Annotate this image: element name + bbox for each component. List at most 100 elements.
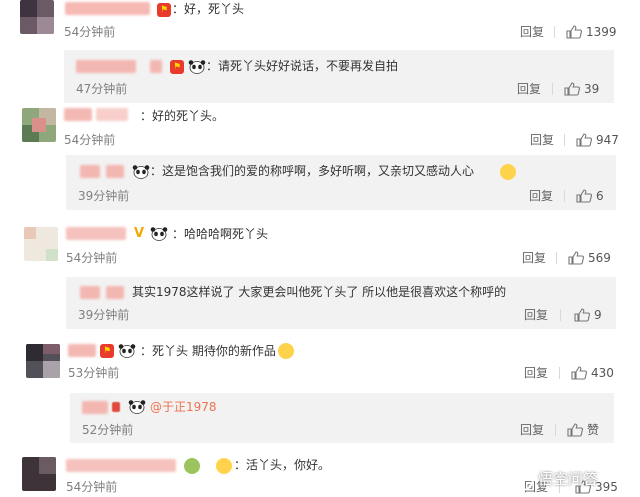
divider [564,190,565,202]
panda-emoji-icon [150,227,168,241]
divider [560,309,561,321]
username[interactable] [106,165,124,178]
divider [556,252,557,264]
panda-emoji-icon [132,165,150,179]
like-button[interactable]: 947 [576,132,626,148]
timestamp: 52分钟前 [82,423,134,437]
reply-text: 其实1978这样说了 大家更会叫他死丫头了 所以他是很喜欢这个称呼的 [132,285,507,299]
panda-emoji-icon [128,400,146,414]
smile-emoji-icon [216,458,232,474]
reply-box: 其实1978这样说了 大家更会叫他死丫头了 所以他是很喜欢这个称呼的 39分钟前… [66,277,616,329]
thumbs-up-icon [566,25,582,39]
reply-button[interactable]: 回复 [520,422,544,438]
username[interactable] [150,60,162,73]
username[interactable] [112,402,120,412]
username[interactable] [96,108,128,121]
panda-emoji-icon [118,344,136,358]
thumbs-up-icon [576,133,592,147]
timestamp: 53分钟前 [68,366,120,380]
timestamp: 39分钟前 [78,308,130,322]
reply-button[interactable]: 回复 [524,365,548,381]
timestamp: 54分钟前 [64,133,116,147]
like-button[interactable]: 569 [568,250,623,266]
username[interactable] [106,286,124,299]
divider [564,134,565,146]
avatar[interactable] [22,457,56,491]
username[interactable] [82,401,108,414]
like-count: 39 [584,82,600,96]
like-count: 6 [596,189,604,203]
timestamp: 54分钟前 [66,251,118,265]
reply-box: ：这是饱含我们的爱的称呼啊，多好听啊，又亲切又感动人心 39分钟前 回复 6 [66,155,616,210]
comment: ：好的死丫头。 54分钟前 回复 947 [0,105,640,150]
reply-button[interactable]: 回复 [524,307,548,323]
like-count: 569 [588,251,611,265]
avatar[interactable] [20,0,54,34]
like-count: 1399 [586,25,617,39]
like-count: 430 [591,366,614,380]
like-count: 947 [596,133,619,147]
avatar[interactable] [22,108,56,142]
member-badge-icon: ⚑ [170,60,184,74]
username[interactable] [80,165,100,178]
watermark: 悟空问答 [510,465,634,493]
flower-emoji-icon [184,458,200,474]
like-button[interactable]: 6 [576,188,611,204]
crying-emoji-icon [500,164,516,180]
thumbs-up-icon [564,82,580,96]
comment-text: ：好的死丫头。 [140,109,225,123]
like-button[interactable]: 39 [564,81,609,97]
comment-text: ：好，死丫头 [172,2,245,16]
username[interactable] [80,286,100,299]
username[interactable] [76,60,136,73]
username[interactable] [64,108,92,121]
comment: V ：哈哈哈啊死丫头 54分钟前 回复 569 [0,225,640,270]
timestamp: 47分钟前 [76,82,128,96]
member-badge-icon: ⚑ [100,344,114,358]
comment: ⚑ ：好，死丫头 54分钟前 回复 1399 [0,0,640,45]
timestamp: 39分钟前 [78,189,130,203]
watermark-logo-icon [510,467,534,491]
timestamp: 54分钟前 [66,480,118,494]
reply-button[interactable]: 回复 [520,24,544,40]
reply-button[interactable]: 回复 [530,132,554,148]
reply-text: ：请死丫头好好说话，不要再发自拍 [206,59,399,73]
reply-box: ⚑ ：请死丫头好好说话，不要再发自拍 47分钟前 回复 39 [64,50,614,103]
like-count: 赞 [587,423,600,437]
username[interactable] [65,2,150,15]
avatar[interactable] [26,344,60,378]
verified-badge-icon: V [134,226,145,241]
mention-link[interactable]: @于正1978 [150,399,217,415]
reply-button[interactable]: 回复 [517,81,541,97]
comment-text: ：死丫头 期待你的新作品 [140,344,276,358]
comment-text: ：活丫头，你好。 [234,458,331,472]
username[interactable] [66,459,176,472]
comment-text: ：哈哈哈啊死丫头 [172,227,269,241]
like-button[interactable]: 赞 [567,422,607,438]
panda-emoji-icon [188,60,206,74]
like-count: 9 [594,308,602,322]
divider [559,367,560,379]
like-button[interactable]: 9 [574,307,612,323]
like-button[interactable]: 1399 [566,24,626,40]
thumbs-up-icon [574,308,590,322]
divider [552,83,553,95]
timestamp: 54分钟前 [64,25,116,39]
reply-text: ：这是饱含我们的爱的称呼啊，多好听啊，又亲切又感动人心 [150,164,475,178]
divider [554,26,555,38]
reply-button[interactable]: 回复 [529,188,553,204]
thumbs-up-icon [567,423,583,437]
reply-box: @于正1978 52分钟前 回复 赞 [70,393,614,443]
thumbs-up-icon [571,366,587,380]
username[interactable] [68,344,96,357]
thumbs-up-icon [576,189,592,203]
reply-button[interactable]: 回复 [522,250,546,266]
divider [555,424,556,436]
member-badge-icon: ⚑ [157,3,171,17]
comment: ⚑ ：死丫头 期待你的新作品 53分钟前 回复 430 [0,342,640,387]
smile-emoji-icon [278,343,294,359]
thumbs-up-icon [568,251,584,265]
like-button[interactable]: 430 [571,365,623,381]
username[interactable] [66,227,126,240]
avatar[interactable] [24,227,58,261]
